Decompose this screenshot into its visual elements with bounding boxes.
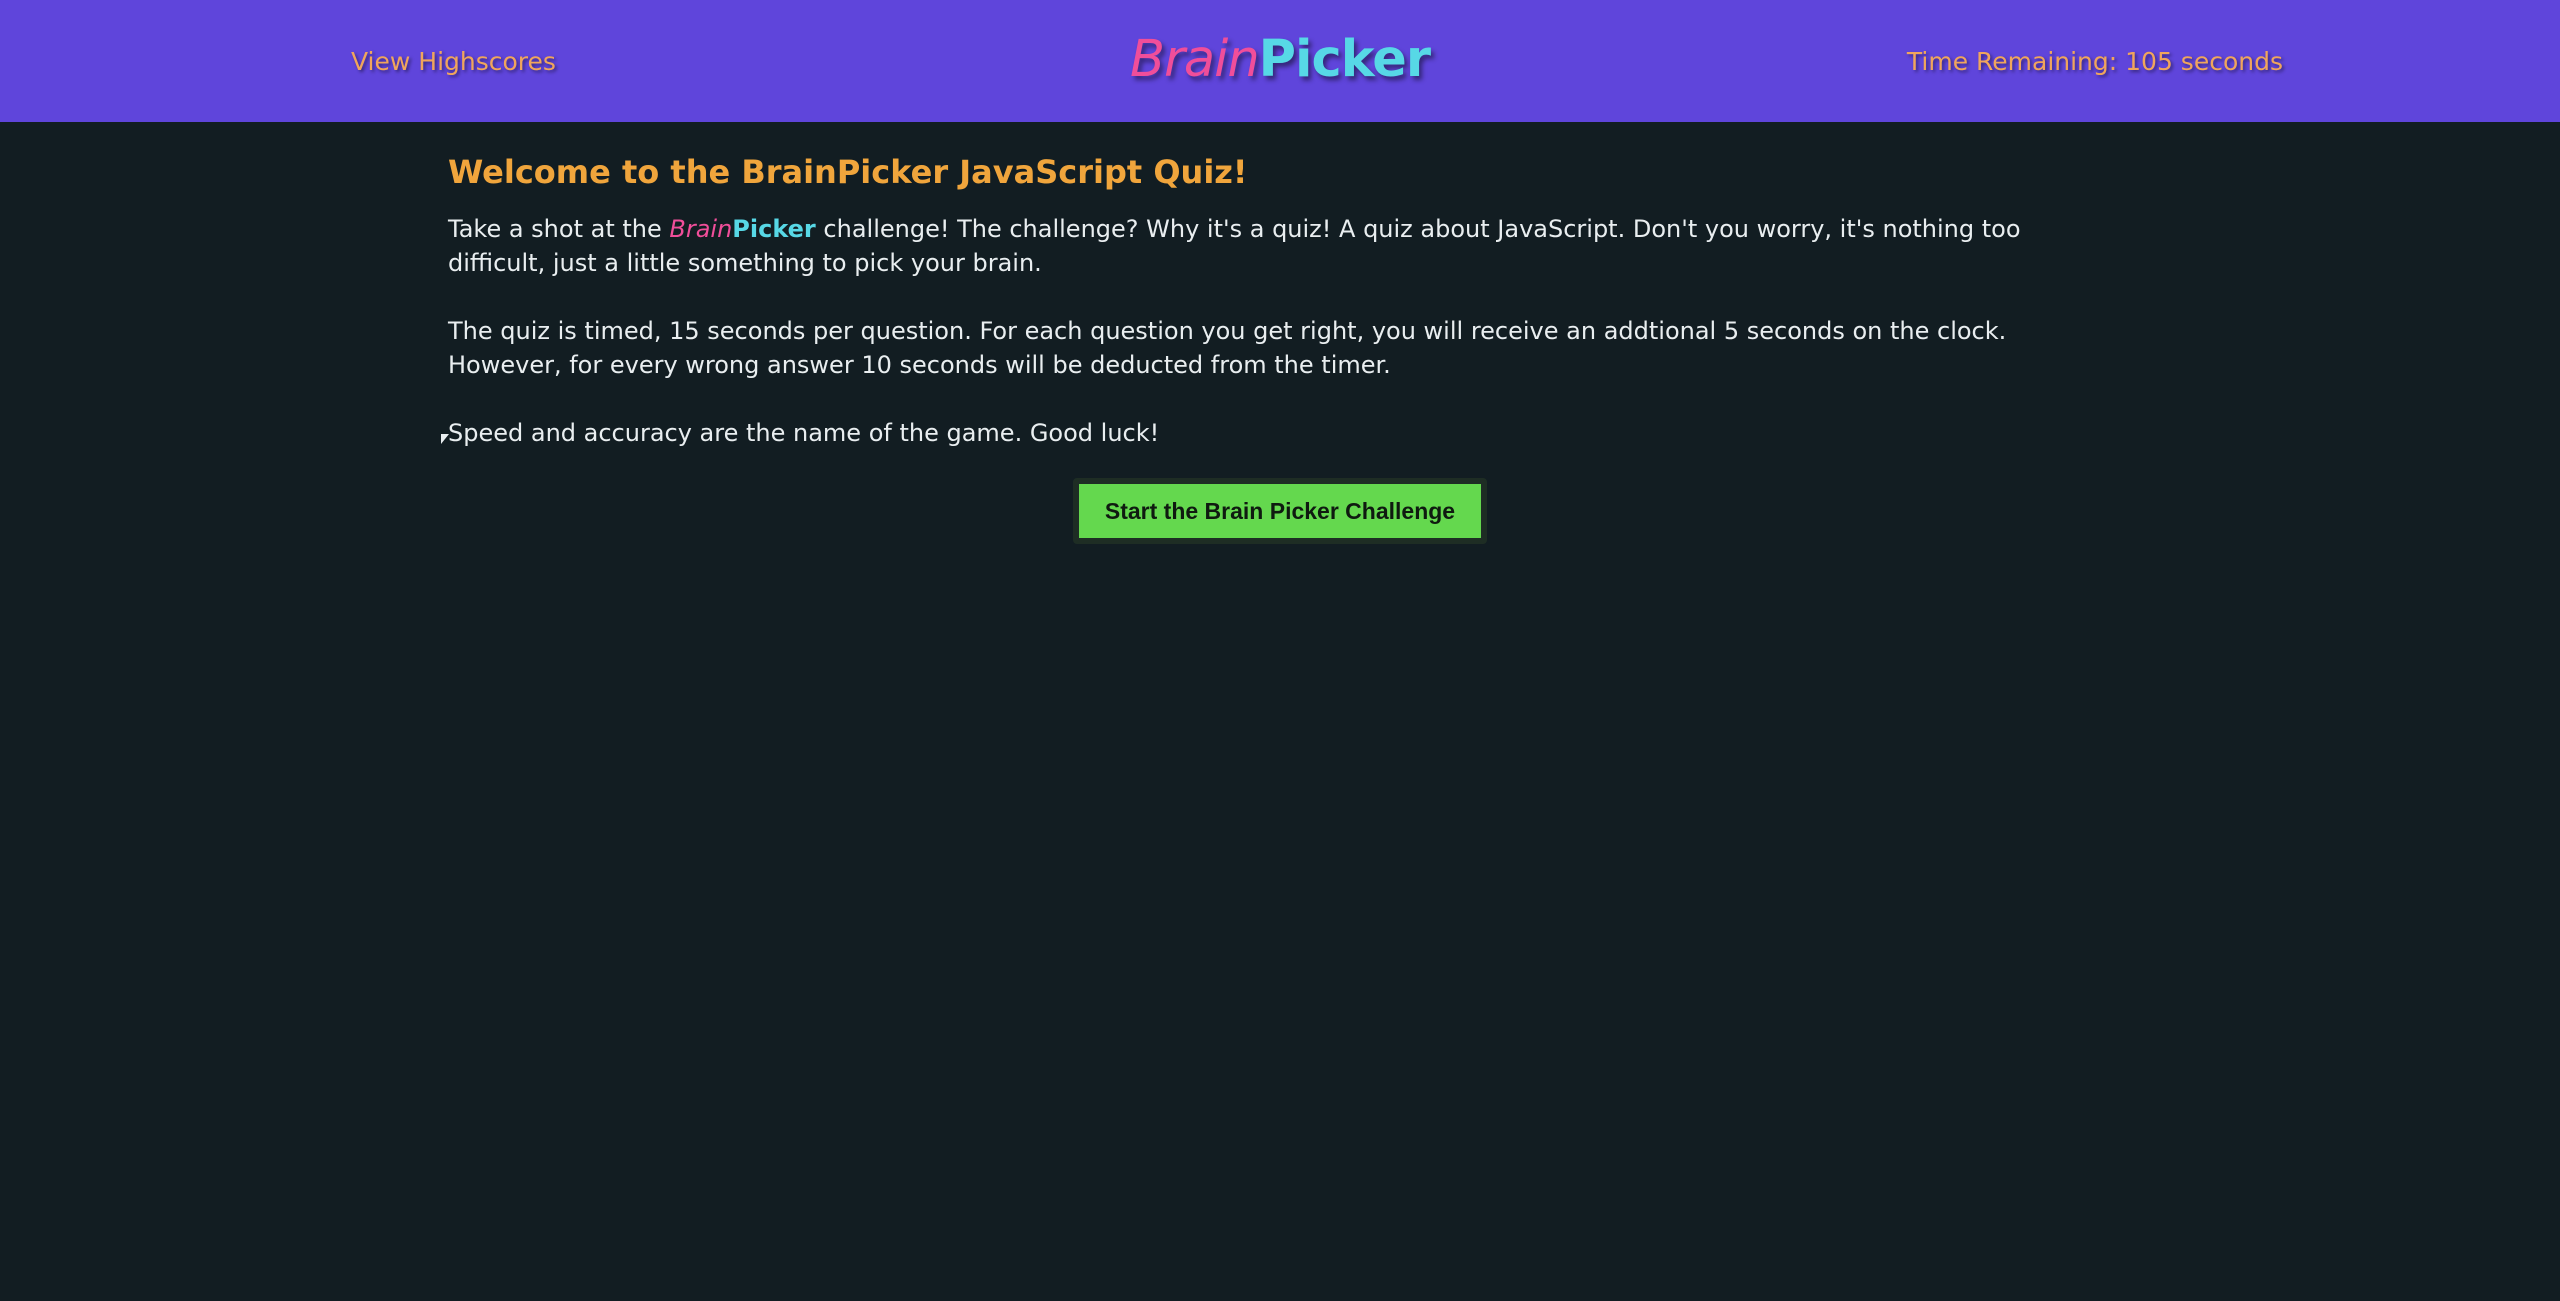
welcome-heading: Welcome to the BrainPicker JavaScript Qu…: [448, 153, 1248, 191]
mouse-cursor-icon: [441, 434, 449, 444]
intro-p1-lead: Take a shot at the: [448, 215, 670, 243]
start-challenge-button[interactable]: Start the Brain Picker Challenge: [1072, 478, 1488, 544]
intro-paragraph-1: Take a shot at the BrainPicker challenge…: [448, 212, 2118, 280]
inline-brand-picker: Picker: [732, 215, 816, 243]
logo-picker-text: Picker: [1258, 30, 1431, 89]
logo-brain-text: Brain: [1129, 30, 1260, 89]
intro-paragraph-2: The quiz is timed, 15 seconds per questi…: [448, 317, 2007, 379]
start-button-wrapper: Start the Brain Picker Challenge: [0, 478, 2560, 544]
intro-paragraph-3: Speed and accuracy are the name of the g…: [448, 419, 1160, 447]
intro-section: Welcome to the BrainPicker JavaScript Qu…: [448, 148, 2118, 450]
inline-brand-brain: Brain: [669, 215, 733, 243]
time-remaining: Time Remaining: 105 seconds: [1906, 47, 2283, 76]
top-header: View Highscores BrainPicker Time Remaini…: [0, 0, 2560, 122]
